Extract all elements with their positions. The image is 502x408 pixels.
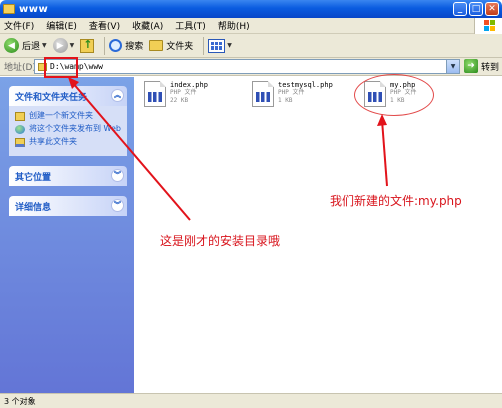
- status-text: 3 个对象: [4, 396, 36, 406]
- install-dir-annotation: 这是刚才的安装目录哦: [160, 234, 281, 248]
- arrow-line: [71, 81, 191, 221]
- new-file-annotation: 我们新建的文件:my.php: [330, 194, 462, 208]
- status-bar: 3 个对象: [0, 393, 502, 408]
- arrow-head: [377, 114, 387, 126]
- arrow-line: [381, 119, 388, 187]
